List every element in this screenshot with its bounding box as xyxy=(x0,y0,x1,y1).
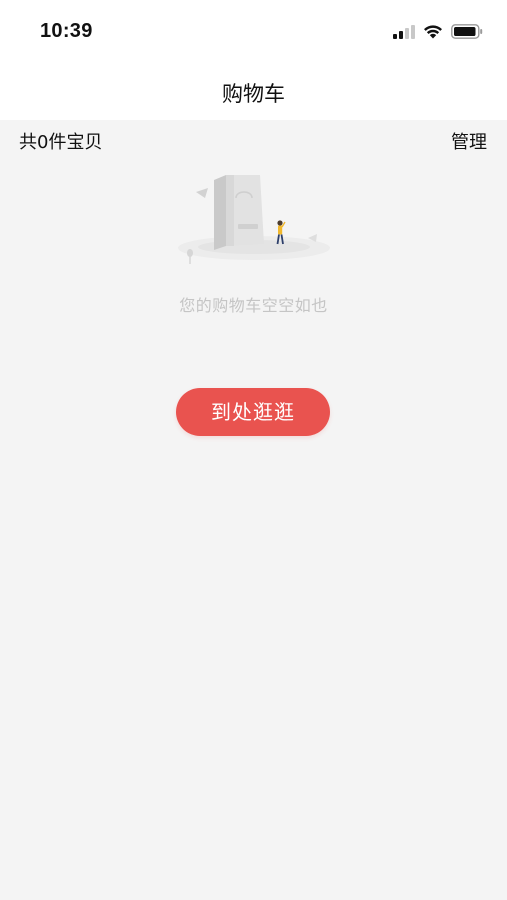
manage-button[interactable]: 管理 xyxy=(451,128,487,154)
battery-icon xyxy=(451,23,483,43)
cellular-signal-icon xyxy=(393,24,415,43)
nav-bar: 购物车 xyxy=(0,64,507,120)
status-time: 10:39 xyxy=(40,20,93,42)
go-shopping-button[interactable]: 到处逛逛 xyxy=(176,388,330,436)
empty-cart-illustration xyxy=(168,168,338,272)
item-count-label: 共0件宝贝 xyxy=(19,132,103,153)
cart-header: 共0件宝贝 管理 xyxy=(0,120,507,160)
wifi-icon xyxy=(423,24,443,43)
status-bar: 10:39 xyxy=(0,0,507,64)
empty-cart-message: 您的购物车空空如也 xyxy=(179,296,328,315)
status-icons xyxy=(393,22,483,44)
page-title: 购物车 xyxy=(222,82,285,106)
